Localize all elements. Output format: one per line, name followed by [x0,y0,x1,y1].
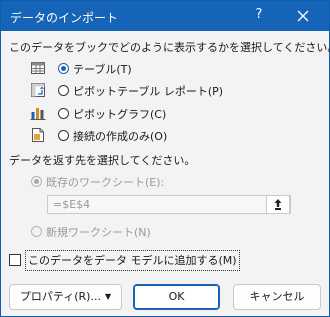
help-button[interactable]: ? [249,7,269,25]
close-button[interactable] [292,6,314,26]
option-table-label[interactable]: テーブル(T) [73,61,132,77]
table-icon [31,62,45,74]
add-to-data-model-checkbox[interactable] [9,254,21,266]
radio-connection-only[interactable] [58,130,69,141]
add-to-data-model-label[interactable]: このデータをデータ モデルに追加する(M) [25,250,240,271]
cancel-button[interactable]: キャンセル [233,284,321,310]
destination-address-field[interactable]: =$E$4 [47,195,291,214]
option-connection-only-label[interactable]: 接続の作成のみ(O) [73,128,167,144]
properties-button-label: プロパティ(R)... [19,290,101,303]
dialog-title: データのインポート [10,11,119,25]
range-select-icon [274,199,282,210]
display-section-label: このデータをブックでどのように表示するかを選択してください。 [9,41,330,54]
pivot-table-icon [31,83,45,97]
radio-table[interactable] [58,63,69,74]
title-bar[interactable]: データのインポート ? [1,1,329,31]
chevron-down-icon: ▼ [104,292,112,301]
new-worksheet-label[interactable]: 新規ワークシート(N) [46,224,151,240]
radio-pivot-table[interactable] [58,85,69,96]
close-icon [297,10,309,22]
radio-new-worksheet[interactable] [31,226,42,237]
pivot-chart-icon [30,108,46,120]
radio-pivot-chart[interactable] [58,108,69,119]
option-pivot-table-label[interactable]: ピボットテーブル レポート(P) [73,83,223,99]
ok-button[interactable]: OK [133,284,220,310]
radio-existing-worksheet[interactable] [31,176,42,187]
option-pivot-chart-label[interactable]: ピボットグラフ(C) [73,106,166,122]
collapse-range-button[interactable] [266,195,290,214]
destination-section-label: データを返す先を選択してください。 [9,154,196,167]
import-data-dialog: データのインポート ? このデータをブックでどのように表示するかを選択してくださ… [0,0,330,317]
existing-worksheet-label[interactable]: 既存のワークシート(E): [46,174,164,190]
properties-button[interactable]: プロパティ(R)... ▼ [9,284,122,310]
connection-only-icon [32,128,44,142]
